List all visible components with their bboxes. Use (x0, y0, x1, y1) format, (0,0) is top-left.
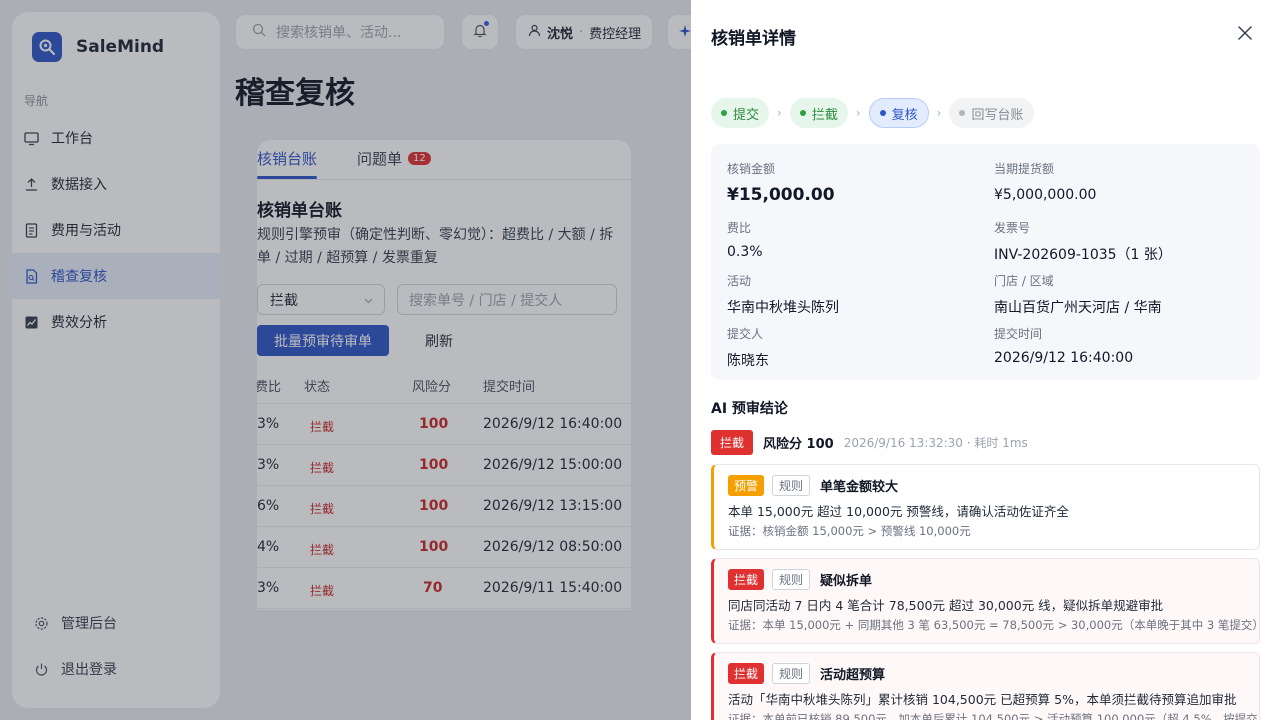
detail-info-panel: 核销金额 ¥15,000.00 当期提货额 ¥5,000,000.00 费比 0… (711, 144, 1260, 380)
issue-head: 预警 规则 单笔金额较大 (728, 475, 898, 496)
close-icon (1238, 25, 1252, 44)
field-submit-time: 提交时间 2026/9/12 16:40:00 (994, 325, 1244, 366)
field-submitter: 提交人 陈晓东 (727, 325, 977, 370)
step-separator: › (855, 106, 861, 120)
issue-title: 活动超预算 (820, 668, 886, 683)
issue-level-tag: 拦截 (728, 663, 765, 684)
field-value: INV-202609-1035（1 张） (994, 247, 1172, 263)
field-activity: 活动 华南中秋堆头陈列 (727, 272, 977, 317)
issue-evidence: 证据：本单前已核销 89,500元，加本单后累计 104,500元 > 活动预算… (728, 712, 1258, 720)
issue-kind-tag: 规则 (772, 663, 811, 684)
step-dot (959, 110, 966, 116)
ai-verdict: 拦截 风险分 100 2026/9/16 13:32:30 · 耗时 1ms (711, 430, 1028, 455)
step-separator: › (936, 106, 942, 120)
field-period-amount: 当期提货额 ¥5,000,000.00 (994, 160, 1244, 203)
field-label: 提交人 (727, 327, 764, 341)
issue-level-tag: 拦截 (728, 569, 765, 590)
step-label: 复核 (891, 107, 918, 123)
issue-description: 本单 15,000元 超过 10,000元 预警线，请确认活动佐证齐全 (728, 504, 1069, 519)
step-dot (799, 110, 806, 116)
issue-card: 预警 规则 单笔金额较大 本单 15,000元 超过 10,000元 预警线，请… (711, 464, 1260, 550)
risk-score: 风险分 100 (763, 437, 834, 452)
issue-description: 活动「华南中秋堆头陈列」累计核销 104,500元 已超预算 5%，本单须拦截待… (728, 692, 1237, 707)
field-label: 提交时间 (994, 327, 1043, 341)
field-ratio: 费比 0.3% (727, 219, 977, 260)
field-label: 核销金额 (727, 162, 776, 176)
field-label: 发票号 (994, 221, 1031, 235)
issue-evidence: 证据：本单 15,000元 + 同期其他 3 笔 63,500元 = 78,50… (728, 618, 1264, 632)
field-value: ¥15,000.00 (727, 185, 835, 205)
field-value: ¥5,000,000.00 (994, 187, 1097, 203)
issue-title: 单笔金额较大 (820, 480, 899, 495)
step-dot (879, 110, 886, 116)
step-separator: › (777, 106, 782, 120)
step-submit: 提交 (711, 98, 770, 128)
issue-head: 拦截 规则 疑似拆单 (728, 569, 872, 590)
issue-evidence: 证据：核销金额 15,000元 > 预警线 10,000元 (728, 524, 971, 538)
issue-description: 同店同活动 7 日内 4 笔合计 78,500元 超过 30,000元 线，疑似… (728, 598, 1164, 613)
issue-kind-tag: 规则 (772, 569, 811, 590)
step-dot (721, 110, 727, 116)
field-value: 华南中秋堆头陈列 (727, 300, 839, 316)
issue-card: 拦截 规则 活动超预算 活动「华南中秋堆头陈列」累计核销 104,500元 已超… (711, 652, 1260, 720)
field-label: 活动 (727, 274, 752, 288)
step-review: 复核 (868, 98, 929, 128)
issue-kind-tag: 规则 (772, 475, 811, 496)
detail-drawer: 核销单详情 提交 › 拦截 › 复核 › 回写台账 核销金额 ¥15,000.0… (691, 0, 1280, 720)
field-label: 费比 (727, 221, 752, 235)
field-invoice: 发票号 INV-202609-1035（1 张） (994, 219, 1244, 264)
field-value: 陈晓东 (727, 353, 769, 369)
field-amount: 核销金额 ¥15,000.00 (727, 160, 977, 205)
field-store: 门店 / 区域 南山百货广州天河店 / 华南 (994, 272, 1244, 317)
step-block: 拦截 (789, 98, 848, 128)
field-label: 门店 / 区域 (994, 274, 1054, 288)
field-label: 当期提货额 (994, 162, 1055, 176)
ai-section-title: AI 预审结论 (711, 401, 788, 417)
issue-card: 拦截 规则 疑似拆单 同店同活动 7 日内 4 笔合计 78,500元 超过 3… (711, 558, 1264, 644)
verdict-tag: 拦截 (711, 430, 754, 455)
step-writeback: 回写台账 (949, 98, 1034, 128)
step-label: 回写台账 (971, 107, 1024, 123)
field-value: 2026/9/12 16:40:00 (994, 350, 1134, 366)
close-button[interactable] (1235, 24, 1255, 44)
issue-head: 拦截 规则 活动超预算 (728, 663, 885, 684)
field-value: 0.3% (727, 244, 763, 260)
drawer-title: 核销单详情 (711, 29, 796, 49)
step-label: 提交 (733, 107, 760, 123)
issue-title: 疑似拆单 (820, 574, 873, 589)
issue-level-tag: 预警 (728, 475, 765, 496)
verdict-meta: 2026/9/16 13:32:30 · 耗时 1ms (843, 436, 1028, 450)
step-label: 拦截 (811, 107, 838, 123)
field-value: 南山百货广州天河店 / 华南 (994, 300, 1162, 316)
workflow-steps: 提交 › 拦截 › 复核 › 回写台账 (711, 98, 1034, 128)
